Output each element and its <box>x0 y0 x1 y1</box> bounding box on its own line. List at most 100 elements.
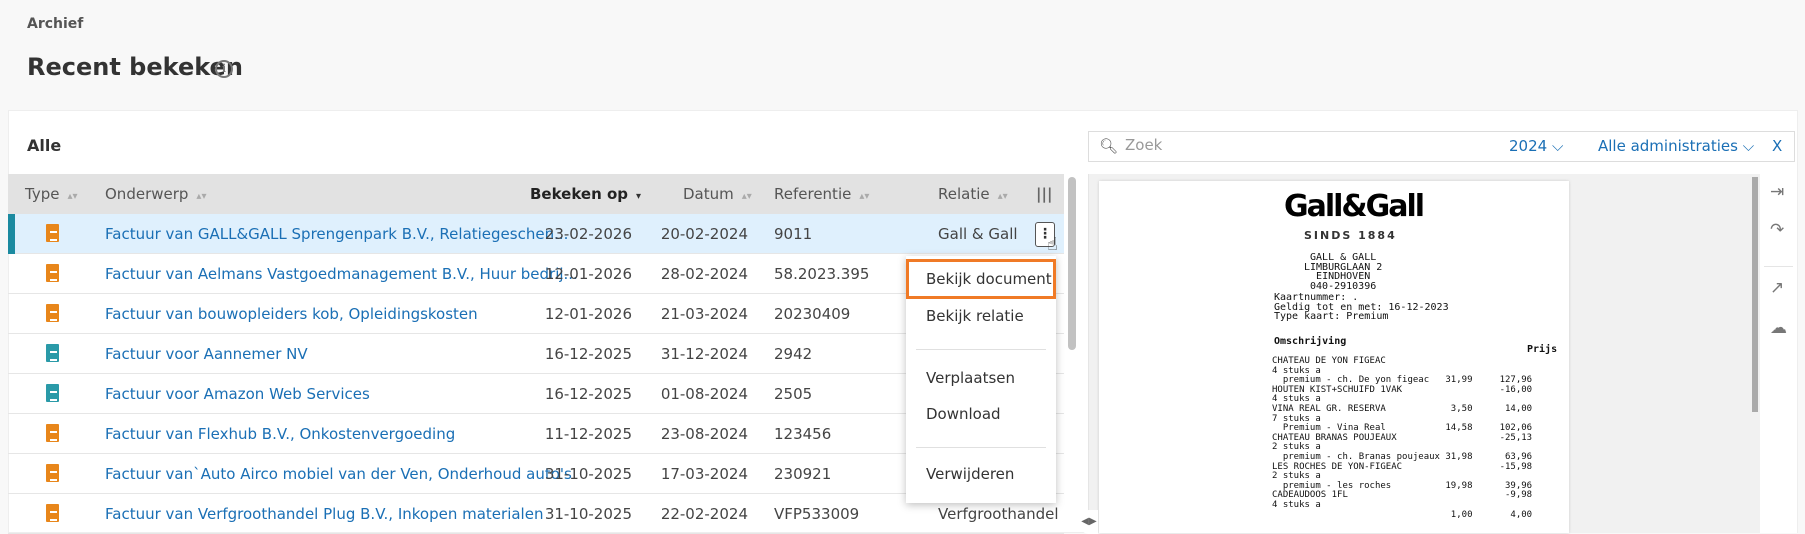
viewed-on: 16-12-2025 <box>544 345 632 363</box>
chevron-down-icon: ⌵ <box>1742 137 1755 155</box>
column-reference[interactable]: Referentie ▴▾ <box>774 185 869 203</box>
menu-divider <box>916 447 1046 448</box>
menu-item-move[interactable]: Verplaatsen <box>926 369 1015 387</box>
info-icon[interactable]: i <box>215 60 233 78</box>
rotate-icon[interactable]: ↷ <box>1770 220 1784 240</box>
reference: 230921 <box>774 465 832 483</box>
chevron-down-icon: ⌵ <box>1551 137 1564 155</box>
hand-cursor-icon: ☝ <box>1047 234 1058 255</box>
viewed-on: 12-01-2026 <box>544 305 632 323</box>
year-value: 2024 <box>1509 137 1548 155</box>
receipt-card-info: Kaartnummer: . Geldig tot en met: 16-12-… <box>1274 292 1449 323</box>
breadcrumb[interactable]: Archief <box>27 16 83 32</box>
toolbar-divider <box>1764 266 1793 267</box>
subject-link[interactable]: Factuur van Flexhub B.V., Onkostenvergoe… <box>105 425 455 443</box>
menu-item-view-relation[interactable]: Bekijk relatie <box>926 307 1024 325</box>
receipt-page: Gall&Gall SINDS 1884 GALL & GALL LIMBURG… <box>1099 181 1569 533</box>
column-viewed-on[interactable]: Bekeken op ▾ <box>530 185 641 203</box>
invoice-icon <box>46 344 59 362</box>
cloud-download-icon[interactable]: ☁ <box>1770 318 1787 338</box>
column-relation[interactable]: Relatie ▴▾ <box>938 185 1008 203</box>
relation: Verfgroothandel Plu <box>938 505 1064 523</box>
viewed-on: 12-01-2026 <box>544 265 632 283</box>
column-label: Relatie <box>938 185 990 203</box>
date: 22-02-2024 <box>660 505 748 523</box>
menu-item-view-document[interactable]: Bekijk document <box>926 270 1052 288</box>
search-icon: 🔍︎ <box>1099 137 1119 155</box>
store-logo: Gall&Gall <box>1284 189 1425 224</box>
date: 20-02-2024 <box>660 225 748 243</box>
column-label: Bekeken op <box>530 185 629 203</box>
administration-select[interactable]: Alle administraties ⌵ <box>1598 137 1754 155</box>
year-select[interactable]: 2024 ⌵ <box>1509 137 1563 155</box>
column-label: Referentie <box>774 185 852 203</box>
relation: Gall & Gall <box>938 225 1018 243</box>
menu-item-download[interactable]: Download <box>926 405 1001 423</box>
search-input[interactable] <box>1125 136 1525 154</box>
store-since: SINDS 1884 <box>1304 229 1397 242</box>
subject-link[interactable]: Factuur van Aelmans Vastgoedmanagement B… <box>105 265 578 283</box>
subject-link[interactable]: Factuur van`Auto Airco mobiel van der Ve… <box>105 465 572 483</box>
sort-icon: ▴▾ <box>196 191 207 202</box>
sort-icon: ▴▾ <box>997 191 1008 202</box>
reference: 58.2023.395 <box>774 265 870 283</box>
date: 01-08-2024 <box>660 385 748 403</box>
clear-filter-button[interactable]: X <box>1772 137 1782 155</box>
sort-icon: ▴▾ <box>741 191 752 202</box>
viewed-on: 31-10-2025 <box>544 465 632 483</box>
preview-scrollbar[interactable] <box>1752 177 1758 412</box>
invoice-icon <box>46 304 59 322</box>
subject-link[interactable]: Factuur van bouwopleiders kob, Opleiding… <box>105 305 478 323</box>
reference: 2505 <box>774 385 813 403</box>
receipt-header-description: Omschrijving <box>1274 336 1347 347</box>
column-type[interactable]: Type ▴▾ <box>25 185 78 203</box>
column-label: Datum <box>683 185 734 203</box>
viewed-on: 31-10-2025 <box>544 505 632 523</box>
invoice-icon <box>46 464 59 482</box>
viewed-on: 16-12-2025 <box>544 385 632 403</box>
sort-icon: ▴▾ <box>859 191 870 202</box>
open-external-icon[interactable]: ↗ <box>1770 278 1784 298</box>
subject-link[interactable]: Factuur voor Amazon Web Services <box>105 385 370 403</box>
preview-toolbar: ⇥ ↷ ↗ ☁ <box>1760 174 1797 533</box>
column-label: Type <box>25 185 60 203</box>
column-label: Onderwerp <box>105 185 189 203</box>
reference: 2942 <box>774 345 813 363</box>
column-subject[interactable]: Onderwerp ▴▾ <box>105 185 206 203</box>
reference: 123456 <box>774 425 832 443</box>
reference: 20230409 <box>774 305 851 323</box>
search-bar: 🔍︎ 2024 ⌵ Alle administraties ⌵ X <box>1088 131 1795 162</box>
page-title: Recent bekeken <box>27 53 243 81</box>
reference: VFP533009 <box>774 505 860 523</box>
date: 28-02-2024 <box>660 265 748 283</box>
invoice-icon <box>46 504 59 522</box>
reference: 9011 <box>774 225 813 243</box>
date: 31-12-2024 <box>660 345 748 363</box>
section-title: Alle <box>27 136 62 155</box>
table-row[interactable]: Factuur van GALL&GALL Sprengenpark B.V.,… <box>8 214 1064 254</box>
subject-link[interactable]: Factuur van GALL&GALL Sprengenpark B.V.,… <box>105 225 568 243</box>
table-scrollbar[interactable] <box>1068 177 1076 350</box>
row-actions-menu: Bekijk document Bekijk relatie Verplaats… <box>906 256 1056 503</box>
column-chooser-icon[interactable]: ||| <box>1036 185 1052 203</box>
date: 21-03-2024 <box>660 305 748 323</box>
invoice-icon <box>46 384 59 402</box>
viewed-on: 23-02-2026 <box>544 225 632 243</box>
menu-item-delete[interactable]: Verwijderen <box>926 465 1014 483</box>
invoice-icon <box>46 424 59 442</box>
date: 23-08-2024 <box>660 425 748 443</box>
receipt-address: GALL & GALL LIMBURGLAAN 2 EINDHOVEN 040-… <box>1304 252 1383 292</box>
subject-link[interactable]: Factuur van Verfgroothandel Plug B.V., I… <box>105 505 543 523</box>
sort-desc-icon: ▾ <box>636 191 642 202</box>
sort-icon: ▴▾ <box>67 191 78 202</box>
menu-divider <box>916 349 1046 350</box>
table-header: Type ▴▾ Onderwerp ▴▾ Bekeken op ▾ Datum ▴▾ R… <box>8 174 1064 214</box>
receipt-header-price: Prijs <box>1527 344 1558 355</box>
date: 17-03-2024 <box>660 465 748 483</box>
invoice-icon <box>46 224 59 242</box>
collapse-panel-icon[interactable]: ⇥ <box>1770 182 1784 202</box>
subject-link[interactable]: Factuur voor Aannemer NV <box>105 345 308 363</box>
panel-resize-handle[interactable]: ◀▶ <box>1080 510 1098 534</box>
receipt-lines: CHATEAU DE YON FIGEAC 4 stuks a premium … <box>1272 356 1533 520</box>
column-date[interactable]: Datum ▴▾ <box>683 185 752 203</box>
